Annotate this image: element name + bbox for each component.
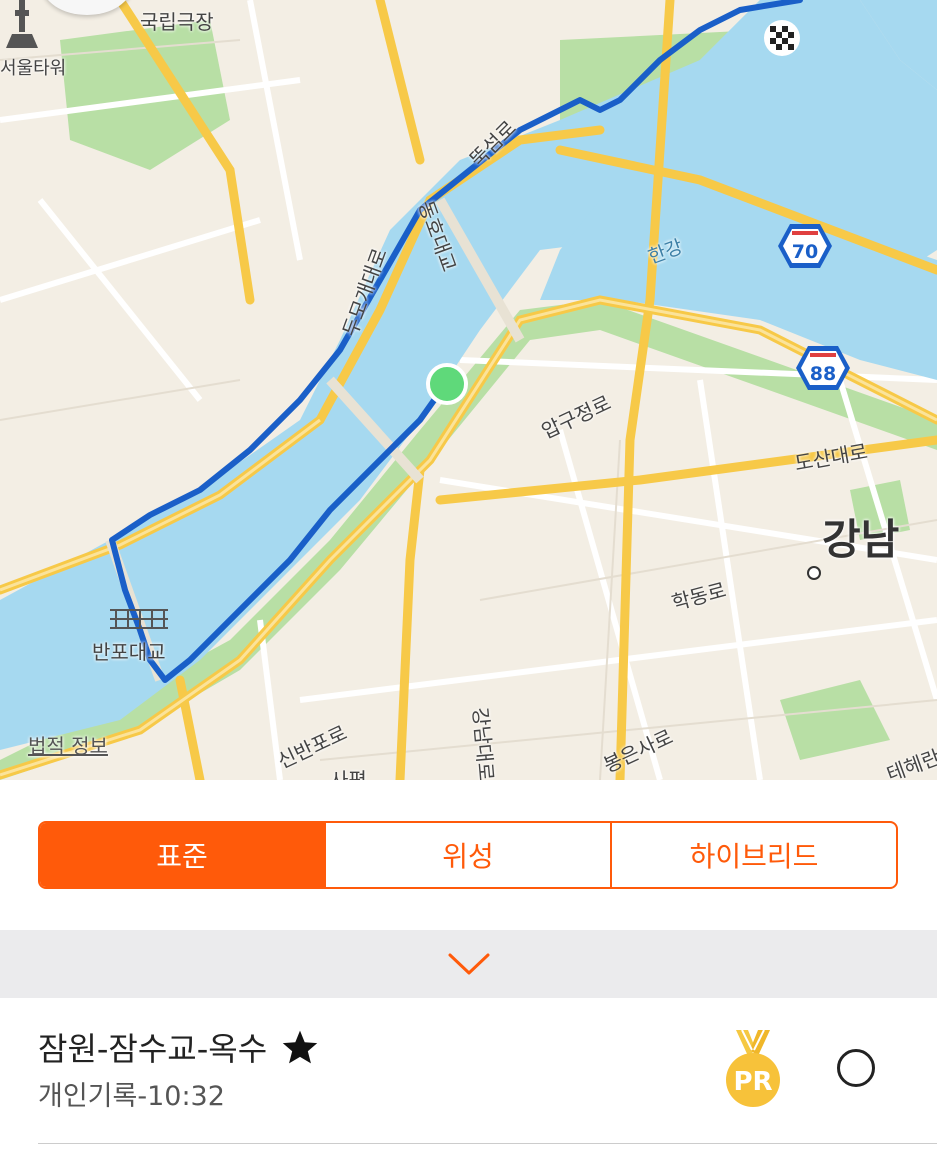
chevron-down-icon[interactable] <box>447 952 491 976</box>
map-type-satellite[interactable]: 위성 <box>324 823 610 887</box>
pr-medal-icon: PR <box>726 1030 780 1107</box>
label-sapyeong: 사평 <box>330 768 367 780</box>
finish-flag-icon[interactable] <box>762 18 802 58</box>
route-list-item[interactable]: 잠원-잠수교-옥수 개인기록-10:32 PR <box>0 998 937 1144</box>
row-divider <box>38 1143 937 1144</box>
map-type-hybrid[interactable]: 하이브리드 <box>610 823 896 887</box>
legal-info-link[interactable]: 법적 정보 <box>28 730 108 759</box>
park-area <box>780 680 890 760</box>
highway-shield-70: 70 <box>778 224 832 268</box>
label-seoul-tower: 서울타워 <box>0 58 67 79</box>
route-title: 잠원-잠수교-옥수 <box>38 1030 268 1068</box>
route-map[interactable]: 70 88 국립극장 서울타워 뚝섬로 동호대교 두모개대로 한강 압구정로 도… <box>0 0 937 780</box>
collapse-panel-bar[interactable] <box>0 930 937 998</box>
bridge-icon <box>110 609 168 629</box>
highway-shield-88: 88 <box>796 346 850 390</box>
shield-number: 70 <box>792 241 818 263</box>
route-title-row: 잠원-잠수교-옥수 <box>38 1024 319 1070</box>
seoul-tower-icon <box>6 0 38 48</box>
star-icon[interactable] <box>281 1029 319 1065</box>
map-type-segmented-control[interactable]: 표준 위성 하이브리드 <box>38 821 898 889</box>
label-national-theater: 국립극장 <box>140 10 214 34</box>
shield-number: 88 <box>810 363 836 385</box>
district-dot-icon <box>807 566 821 580</box>
pr-badge-text: PR <box>733 1067 772 1097</box>
label-gangnam: 강남 <box>822 515 900 564</box>
personal-record-text: 개인기록-10:32 <box>38 1081 225 1112</box>
label-banpo-bridge: 반포대교 <box>92 640 166 664</box>
route-select-radio[interactable] <box>837 1049 875 1087</box>
map-type-standard[interactable]: 표준 <box>40 823 324 887</box>
start-marker-icon[interactable] <box>425 362 469 406</box>
